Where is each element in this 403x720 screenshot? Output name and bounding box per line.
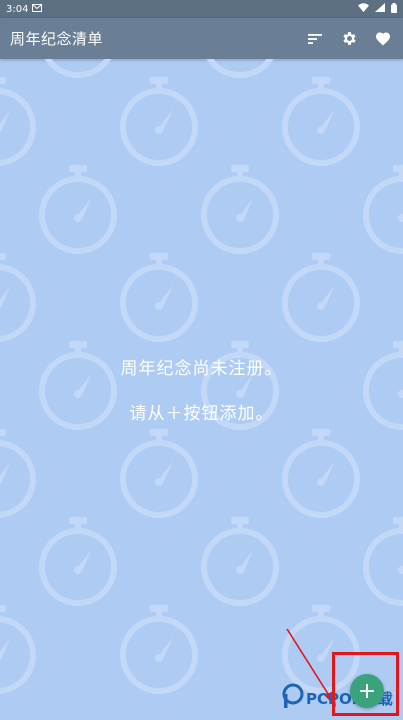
settings-button[interactable] [339,29,359,49]
empty-state-line2: 请从＋按钮添加。 [129,404,274,424]
battery-icon [391,2,397,16]
stopwatch-pattern [0,59,403,720]
plus-icon: + [357,678,377,704]
gear-icon [342,32,356,45]
heart-icon [376,32,390,46]
watermark-logo-icon [282,683,304,713]
wifi-icon [358,3,369,15]
signal-icon [375,3,385,15]
app-bar: 周年纪念清单 [0,18,403,59]
favorite-button[interactable] [373,29,393,49]
mail-icon [32,3,43,15]
sort-icon [308,33,322,44]
content-area: 周年纪念尚未注册。 请从＋按钮添加。 [0,59,403,720]
status-bar: 3:04 [0,0,403,18]
status-time: 3:04 [6,3,29,15]
sort-button[interactable] [305,29,325,49]
add-anniversary-button[interactable]: + [350,674,384,708]
app-title: 周年纪念清单 [10,30,104,48]
empty-state-line1: 周年纪念尚未注册。 [120,359,283,379]
